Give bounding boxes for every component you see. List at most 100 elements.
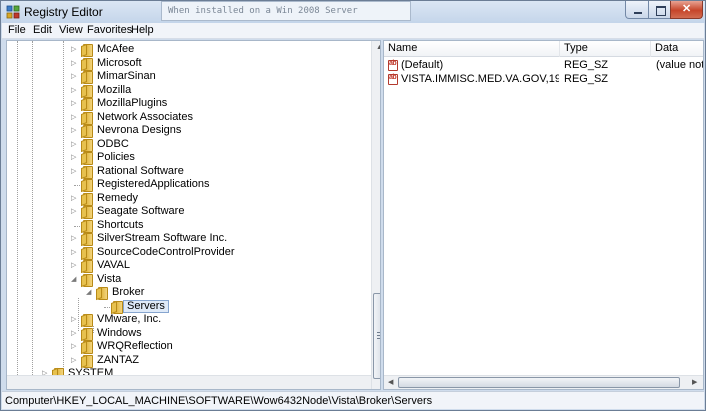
- tree-horizontal-scrollbar[interactable]: [7, 375, 371, 389]
- collapsed-arrow-icon[interactable]: ▷: [71, 43, 78, 56]
- tree-item-label: Broker: [112, 286, 145, 298]
- menu-file[interactable]: File: [8, 24, 26, 36]
- tree-item-label: ZANTAZ: [97, 353, 139, 366]
- menu-favorites[interactable]: Favorites: [87, 24, 132, 36]
- folder-icon: [80, 71, 94, 84]
- tree-item[interactable]: ▷ SourceCodeControlProvider: [7, 246, 367, 260]
- column-header-name[interactable]: Name: [384, 41, 560, 57]
- list-horizontal-scrollbar[interactable]: ◀ ▶: [384, 375, 703, 389]
- tree-item-label: Shortcuts: [97, 218, 144, 231]
- expanded-arrow-icon[interactable]: ◢: [86, 286, 93, 299]
- folder-icon: [80, 260, 94, 273]
- tree-item[interactable]: ▷ VAVAL: [7, 259, 367, 273]
- tree-item[interactable]: ▷ Policies: [7, 151, 367, 165]
- collapsed-arrow-icon[interactable]: ▷: [71, 313, 78, 326]
- folder-icon: [80, 152, 94, 165]
- tree-item[interactable]: ◢ Broker: [7, 286, 367, 300]
- tree-item-label: Nevrona Designs: [97, 124, 182, 136]
- folder-icon: [80, 219, 94, 233]
- tree-item[interactable]: ▷ Microsoft: [7, 57, 367, 71]
- window-title: Registry Editor: [24, 5, 103, 19]
- collapsed-arrow-icon[interactable]: ▷: [71, 57, 78, 70]
- tree-vertical-scrollbar[interactable]: ▲: [371, 41, 380, 389]
- expanded-arrow-icon[interactable]: ◢: [71, 273, 78, 286]
- tree-item[interactable]: ▷ ODBC: [7, 137, 367, 152]
- collapsed-arrow-icon[interactable]: ▷: [71, 259, 78, 272]
- values-list-pane[interactable]: Name Type Data (Default) REG_SZ (value n…: [383, 40, 704, 390]
- collapsed-arrow-icon[interactable]: ▷: [71, 192, 78, 205]
- menu-view[interactable]: View: [59, 24, 83, 36]
- tree-item[interactable]: ▷ Rational Software: [7, 164, 367, 179]
- folder-icon: [80, 165, 94, 179]
- menu-edit[interactable]: Edit: [33, 24, 52, 36]
- string-value-icon: [388, 74, 398, 85]
- folder-icon: [80, 44, 94, 57]
- key-tree-pane[interactable]: ▷ McAfee ▷ Microsoft ▷ MimarSinan ▷ Mozilla ▷ Moz…: [6, 40, 381, 390]
- title-bar[interactable]: Registry Editor When installed on a Win …: [1, 1, 705, 23]
- column-header-type[interactable]: Type: [560, 41, 651, 57]
- tree-item[interactable]: ▷ Network Associates: [7, 110, 367, 125]
- collapsed-arrow-icon[interactable]: ▷: [71, 327, 78, 340]
- folder-icon: [80, 84, 94, 98]
- folder-icon: [80, 125, 94, 138]
- folder-icon: [80, 57, 94, 71]
- folder-icon: [80, 314, 94, 327]
- collapsed-arrow-icon[interactable]: ▷: [71, 84, 78, 97]
- tree-item[interactable]: ▷ Seagate Software: [7, 205, 367, 219]
- tree-item[interactable]: ▷ Mozilla: [7, 83, 367, 98]
- tree-item[interactable]: ▷ SilverStream Software Inc.: [7, 232, 367, 246]
- close-button[interactable]: [670, 1, 703, 19]
- tree-item[interactable]: ▷ WRQReflection: [7, 340, 367, 354]
- collapsed-arrow-icon[interactable]: ▷: [71, 246, 78, 259]
- collapsed-arrow-icon[interactable]: ▷: [71, 138, 78, 151]
- tree-item[interactable]: ▷ ZANTAZ: [7, 353, 367, 368]
- minimize-button[interactable]: [625, 1, 649, 19]
- tree-item-label: VAVAL: [97, 259, 131, 271]
- scroll-left-arrow-icon[interactable]: ◀: [388, 377, 393, 389]
- collapsed-arrow-icon[interactable]: ▷: [71, 232, 78, 245]
- collapsed-arrow-icon[interactable]: ▷: [71, 151, 78, 164]
- tree-item-label: Servers: [123, 299, 169, 313]
- collapsed-arrow-icon[interactable]: ▷: [71, 205, 78, 218]
- list-scroll-thumb[interactable]: [398, 377, 680, 388]
- collapsed-arrow-icon[interactable]: ▷: [71, 165, 78, 178]
- tree-item-label: Windows: [97, 326, 142, 339]
- value-row[interactable]: VISTA.IMMISC.MED.VA.GOV,19284 REG_SZ: [384, 73, 703, 86]
- tree-item[interactable]: ◢ Vista: [7, 273, 367, 287]
- collapsed-arrow-icon[interactable]: ▷: [71, 70, 78, 83]
- collapsed-arrow-icon[interactable]: ▷: [71, 340, 78, 353]
- tree-item[interactable]: Shortcuts: [7, 218, 367, 233]
- menu-help[interactable]: Help: [131, 24, 154, 36]
- tree-item[interactable]: ▷ MimarSinan: [7, 70, 367, 84]
- collapsed-arrow-icon[interactable]: ▷: [71, 111, 78, 124]
- tree-item-label: ODBC: [97, 137, 129, 150]
- tree-item-label: Policies: [97, 151, 135, 163]
- value-name: VISTA.IMMISC.MED.VA.GOV,19284: [401, 73, 559, 85]
- tree-scroll-thumb[interactable]: [373, 293, 380, 379]
- tree-item-label: MimarSinan: [97, 70, 156, 82]
- scroll-right-arrow-icon[interactable]: ▶: [692, 377, 697, 389]
- column-header-data[interactable]: Data: [651, 41, 703, 57]
- folder-icon: [80, 246, 94, 260]
- value-type: REG_SZ: [564, 73, 609, 85]
- registry-editor-icon: [6, 5, 20, 19]
- tree-item[interactable]: ▷ McAfee: [7, 43, 367, 57]
- tree-item[interactable]: RegisteredApplications: [7, 178, 367, 192]
- folder-icon: [80, 179, 94, 192]
- current-key-path: Computer\HKEY_LOCAL_MACHINE\SOFTWARE\Wow…: [5, 395, 433, 407]
- tree-item-label: Network Associates: [97, 110, 193, 123]
- tree-item[interactable]: ▷ MozillaPlugins: [7, 97, 367, 111]
- value-row[interactable]: (Default) REG_SZ (value not set): [384, 59, 703, 72]
- collapsed-arrow-icon[interactable]: ▷: [71, 124, 78, 137]
- tree-item[interactable]: ▷ VMware, Inc.: [7, 313, 367, 327]
- tree-item[interactable]: Servers: [7, 299, 367, 314]
- tree-item[interactable]: ▷ Nevrona Designs: [7, 124, 367, 138]
- maximize-button[interactable]: [648, 1, 671, 19]
- tree-item[interactable]: ▷ Windows: [7, 326, 367, 341]
- folder-icon: [80, 98, 94, 111]
- tree-item-label: Mozilla: [97, 83, 132, 96]
- tree-item[interactable]: ▷ Remedy: [7, 192, 367, 206]
- collapsed-arrow-icon[interactable]: ▷: [71, 97, 78, 110]
- tree-item-label: Rational Software: [97, 164, 184, 177]
- collapsed-arrow-icon[interactable]: ▷: [71, 354, 78, 367]
